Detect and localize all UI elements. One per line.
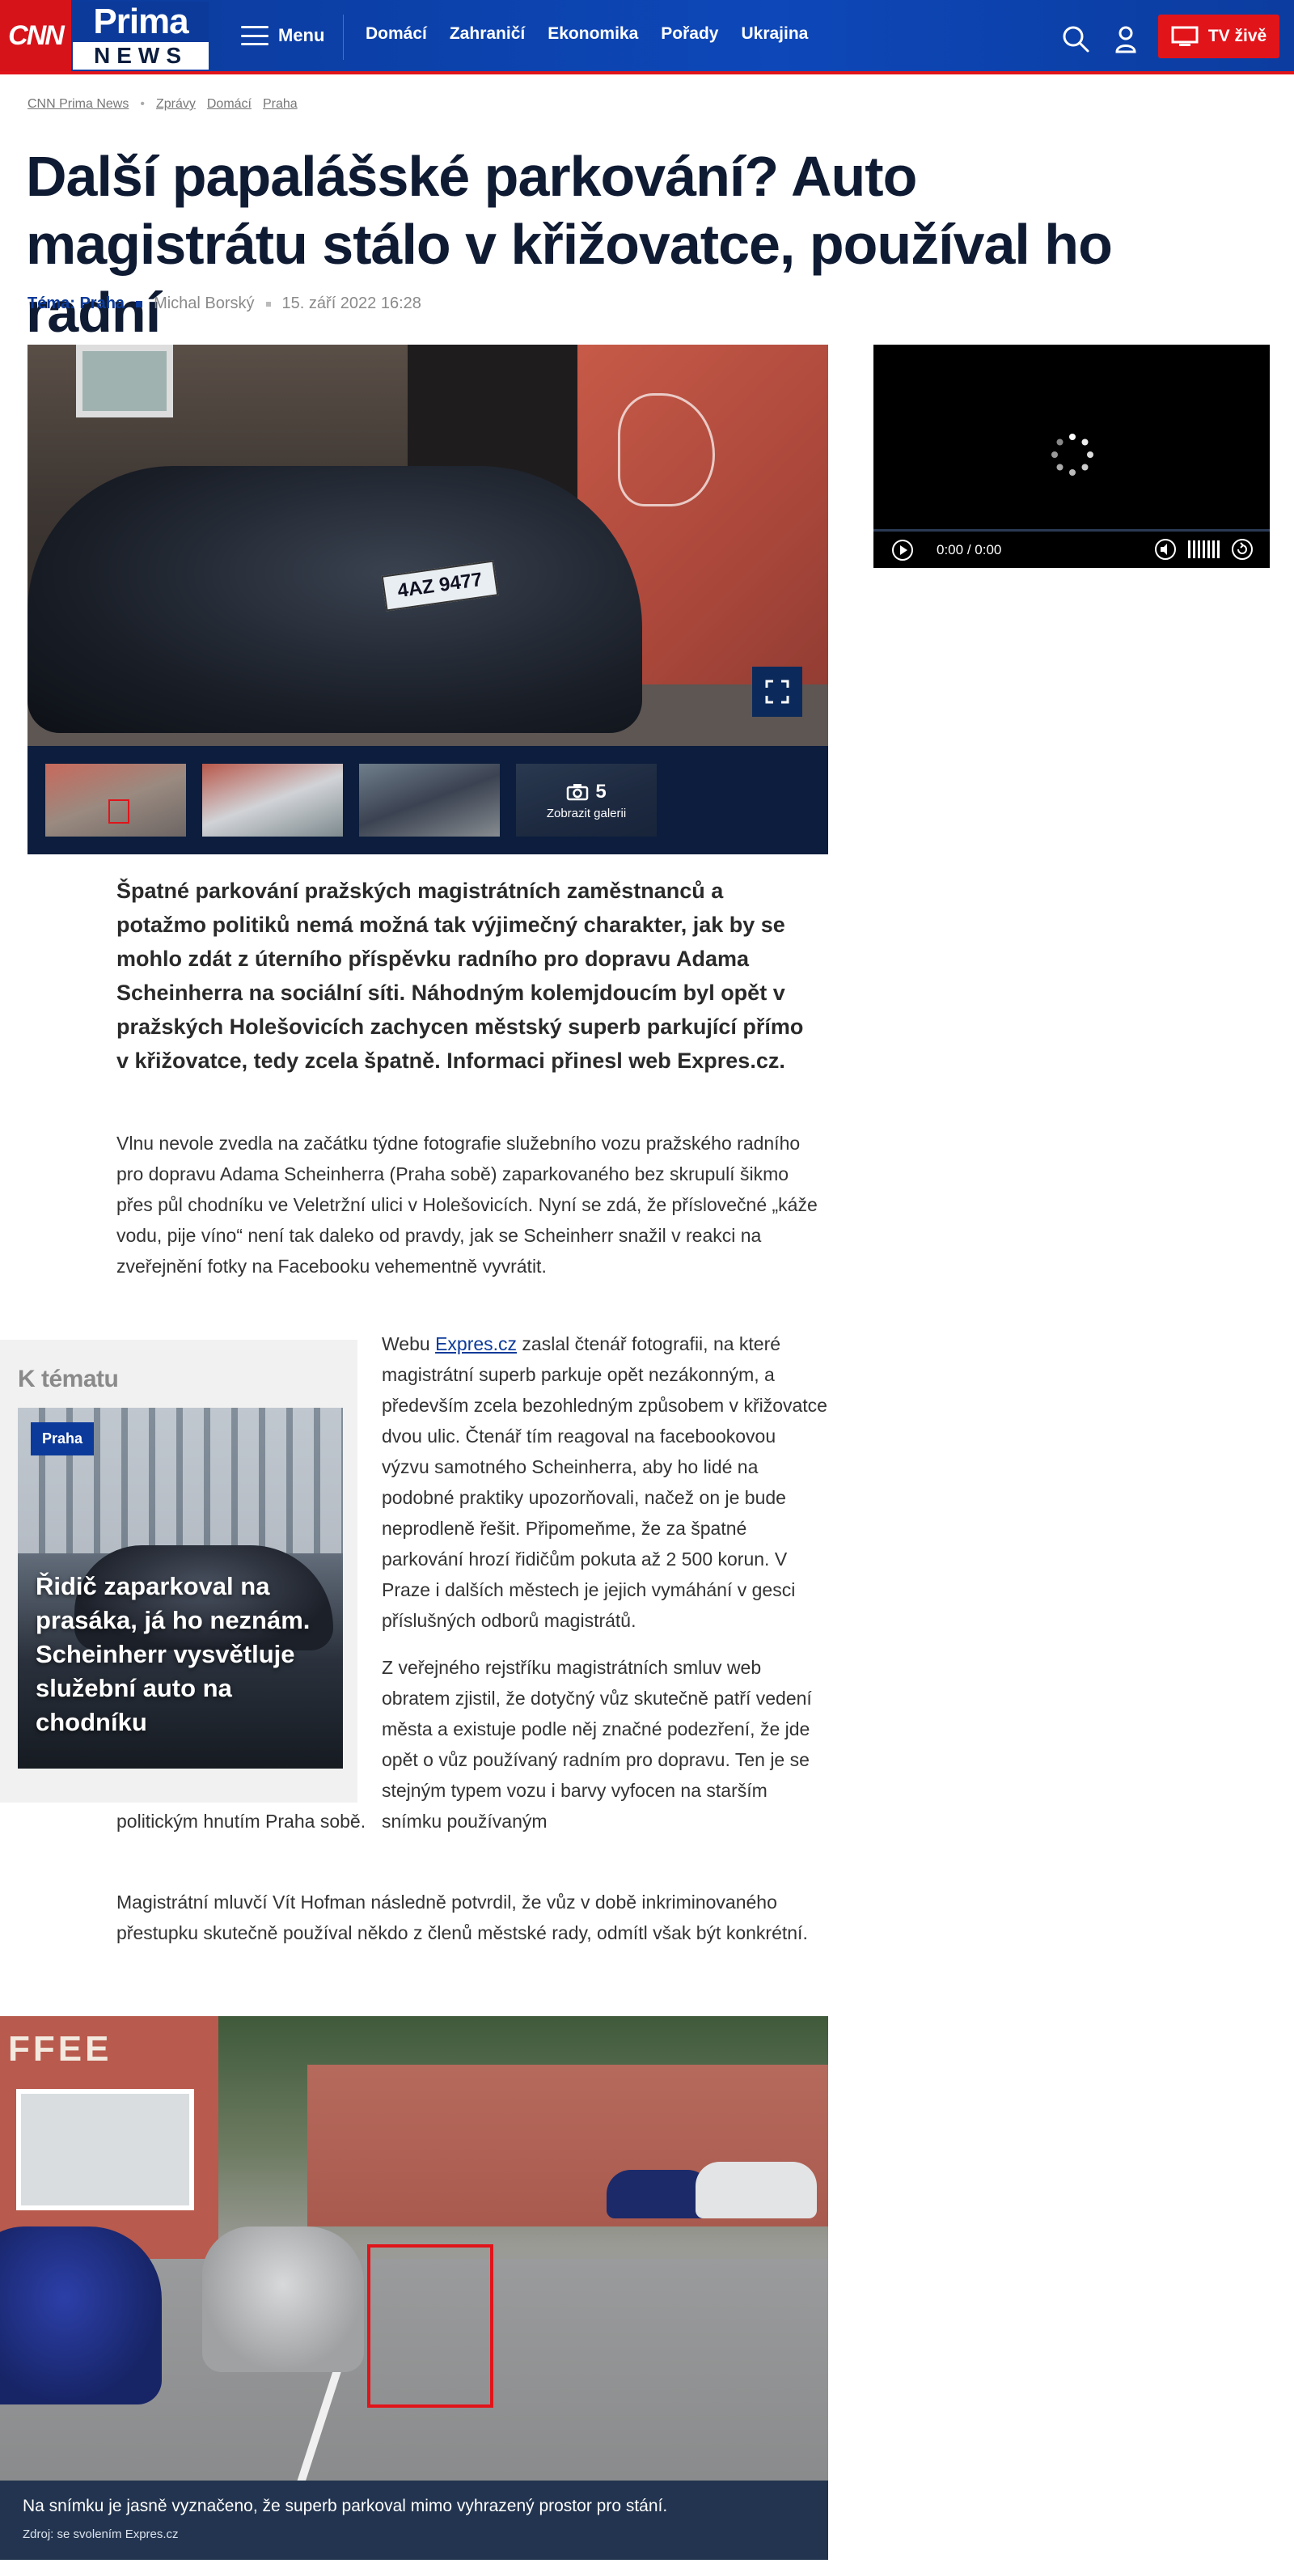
expres-link[interactable]: Expres.cz <box>435 1333 517 1354</box>
article-date: 15. září 2022 16:28 <box>281 294 421 312</box>
breadcrumb-item-home[interactable]: CNN Prima News <box>27 97 129 112</box>
gallery-label: Zobrazit galerii <box>546 806 627 820</box>
loading-spinner-icon <box>1051 434 1093 476</box>
prima-news-logo[interactable]: Prima NEWS <box>73 2 209 70</box>
nav-item-ekonomika[interactable]: Ekonomika <box>548 24 638 44</box>
nav-divider <box>343 15 344 60</box>
car-image <box>27 466 642 733</box>
related-article-card[interactable]: Praha Řidič zaparkoval na prasáka, já ho… <box>18 1408 343 1769</box>
breadcrumb-separator: • <box>140 97 145 111</box>
nav-item-ukrajina[interactable]: Ukrajina <box>741 24 842 44</box>
related-articles-box: K tématu Praha Řidič zaparkoval na prasá… <box>0 1340 357 1803</box>
show-gallery-button[interactable]: 5 Zobrazit galerii <box>516 764 657 837</box>
tv-live-label: TV živě <box>1207 27 1267 45</box>
related-heading: K tématu <box>18 1366 119 1392</box>
photo-gallery: 4AZ 9477 5 Zobrazit galerii <box>27 345 828 854</box>
related-tag[interactable]: Praha <box>31 1422 95 1455</box>
video-player[interactable]: 0:00 / 0:00 <box>873 345 1270 568</box>
nav-item-ukrajina-label: Ukrajina <box>741 24 809 43</box>
hero-photo[interactable]: 4AZ 9477 <box>27 345 828 746</box>
volume-slider[interactable] <box>1188 540 1220 558</box>
video-time-current: 0:00 <box>937 541 964 557</box>
tv-icon <box>1171 26 1199 46</box>
breadcrumb-item-domaci[interactable]: Domácí <box>207 97 252 112</box>
prima-logo-text: Prima <box>73 2 209 42</box>
fullscreen-icon <box>765 680 789 704</box>
article-perex: Špatné parkování pražských magistrátních… <box>116 879 804 1073</box>
photo-source: Zdroj: se svolením Expres.cz <box>23 2527 179 2541</box>
photo-caption: Na snímku je jasně vyznačeno, že superb … <box>23 2497 668 2515</box>
p2-text: zaslal čtenář fotografii, na které magis… <box>382 1333 827 1631</box>
cnn-logo-text: CNN <box>8 19 65 51</box>
article-meta: Téma: Praha Michal Borský 15. září 2022 … <box>27 294 421 313</box>
breadcrumb-item-praha[interactable]: Praha <box>263 97 298 112</box>
breadcrumb: CNN Prima News • Zprávy Domácí Praha <box>27 97 298 112</box>
search-icon[interactable] <box>1059 23 1092 55</box>
article-paragraph-end: politickým hnutím Praha sobě. <box>116 1811 366 1832</box>
meta-separator <box>265 301 271 307</box>
volume-icon[interactable] <box>1154 538 1177 561</box>
replay-icon[interactable] <box>1231 538 1254 561</box>
shop-sign: FFEE <box>8 2029 112 2069</box>
nav-item-porady[interactable]: Pořady <box>661 24 718 44</box>
gallery-thumbnails: 5 Zobrazit galerii <box>45 764 657 837</box>
article-paragraph: Webu Expres.cz zaslal čtenář fotografii,… <box>382 1328 828 1636</box>
nav-item-zahranici[interactable]: Zahraničí <box>450 24 525 44</box>
meta-separator <box>136 300 143 307</box>
camera-icon <box>567 783 589 800</box>
gallery-thumbnail[interactable] <box>202 764 343 837</box>
street-photo[interactable]: FFEE <box>0 2016 828 2481</box>
nav-item-domaci[interactable]: Domácí <box>366 24 427 44</box>
video-time-total: 0:00 <box>975 541 1002 557</box>
main-nav: Domácí Zahraničí Ekonomika Pořady Ukraji… <box>366 24 842 44</box>
video-time: 0:00 / 0:00 <box>937 542 1001 558</box>
site-header: CNN Prima NEWS Menu Domácí Zahraničí Eko… <box>0 0 1294 74</box>
video-controls: 0:00 / 0:00 <box>873 529 1270 568</box>
gallery-thumbnail[interactable] <box>45 764 186 837</box>
fullscreen-button[interactable] <box>752 667 802 717</box>
gallery-count: 5 <box>595 780 607 803</box>
article-author[interactable]: Michal Borský <box>154 294 254 313</box>
play-icon[interactable] <box>891 539 914 561</box>
tv-live-button[interactable]: TV živě <box>1158 15 1279 58</box>
topic-link[interactable]: Téma: Praha <box>27 294 125 313</box>
menu-label: Menu <box>278 25 325 45</box>
article-photo: FFEE Na snímku je jasně vyznačeno, že su… <box>0 2016 828 2560</box>
user-icon[interactable] <box>1110 23 1142 55</box>
highlight-box <box>367 2244 493 2408</box>
related-article-title[interactable]: Řidič zaparkoval na prasáka, já ho nezná… <box>36 1570 335 1739</box>
gallery-thumbnail[interactable] <box>359 764 500 837</box>
video-right-controls <box>1154 538 1254 561</box>
article-paragraph: Vlnu nevole zvedla na začátku týdne foto… <box>116 1133 818 1277</box>
news-logo-text: NEWS <box>73 42 209 70</box>
video-time-separator: / <box>966 541 971 557</box>
hamburger-icon <box>241 26 269 45</box>
article-title: Další papalášské parkování? Auto magistr… <box>26 145 1113 344</box>
cnn-logo[interactable]: CNN <box>0 0 71 71</box>
article-paragraph: Magistrátní mluvčí Vít Hofman následně p… <box>116 1892 808 1943</box>
breadcrumb-item-zpravy[interactable]: Zprávy <box>156 97 196 112</box>
p2-prefix: Webu <box>382 1333 436 1354</box>
menu-button[interactable]: Menu <box>241 19 324 52</box>
ukraine-flag-icon <box>814 25 842 43</box>
